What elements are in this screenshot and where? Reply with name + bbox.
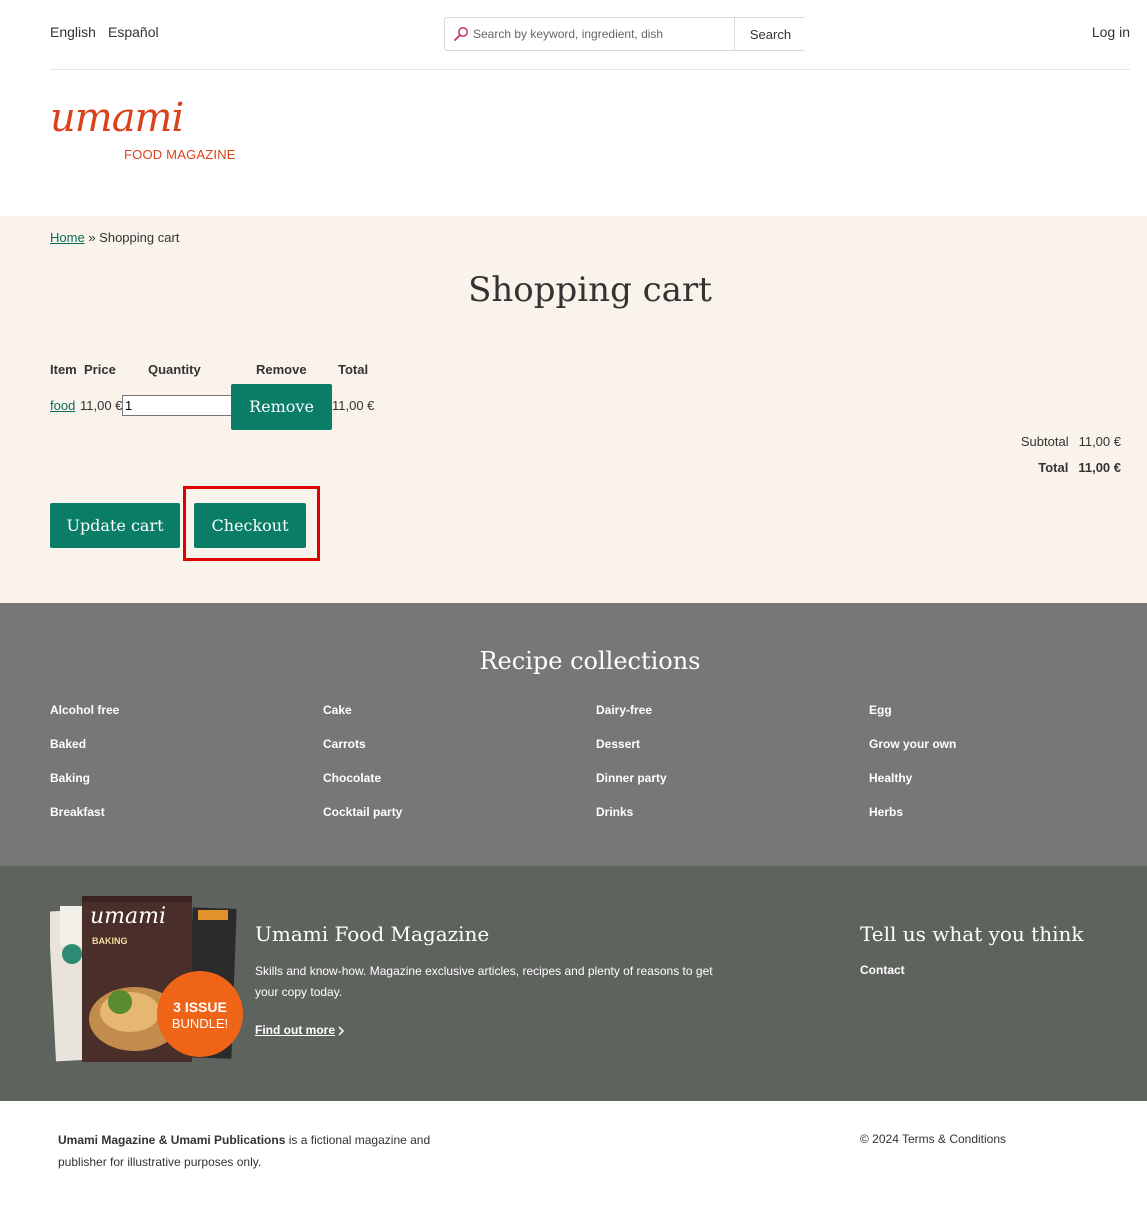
breadcrumb: Home » Shopping cart — [50, 230, 179, 245]
total-label: Total — [1038, 460, 1069, 475]
bundle-badge-line1: 3 ISSUE — [173, 999, 227, 1015]
collection-link-grow-your-own[interactable]: Grow your own — [869, 737, 956, 751]
language-english-link[interactable]: English — [50, 24, 96, 40]
column-header-price: Price — [84, 362, 116, 377]
column-header-total: Total — [338, 362, 369, 377]
column-header-remove: Remove — [256, 362, 307, 377]
cart-item-name-link[interactable]: food — [50, 398, 75, 413]
collection-link-dinner-party[interactable]: Dinner party — [596, 771, 667, 785]
terms-link[interactable]: © 2024 Terms & Conditions — [860, 1132, 1006, 1146]
collection-link-egg[interactable]: Egg — [869, 703, 892, 717]
subtotal-label: Subtotal — [1020, 434, 1069, 449]
footer: Umami Magazine & Umami Publications is a… — [0, 1101, 1147, 1215]
site-logo[interactable]: umami FOOD MAGAZINE — [50, 98, 240, 168]
collections-title: Recipe collections — [479, 647, 701, 675]
logo-subtitle: FOOD MAGAZINE — [124, 147, 236, 162]
login-link[interactable]: Log in — [1092, 24, 1130, 40]
search-icon — [454, 27, 468, 41]
search-input[interactable] — [473, 18, 733, 50]
total-value: 11,00 € — [1078, 460, 1121, 475]
subtotal-row: Subtotal 11,00 € — [1021, 434, 1121, 449]
cart-item-total: 11,00 € — [332, 398, 375, 413]
breadcrumb-home-link[interactable]: Home — [50, 230, 85, 245]
search-button[interactable]: Search — [734, 18, 806, 50]
collection-link-alcohol-free[interactable]: Alcohol free — [50, 703, 119, 717]
footer-brand: Umami Magazine & Umami Publications — [58, 1133, 286, 1147]
search-form: Search — [444, 17, 806, 51]
find-out-more-link[interactable]: Find out more — [255, 1023, 335, 1037]
collection-link-baked[interactable]: Baked — [50, 737, 86, 751]
collection-link-cake[interactable]: Cake — [323, 703, 352, 717]
subtotal-value: 11,00 € — [1078, 434, 1121, 449]
magazine-cover-subtitle: BAKING — [92, 936, 128, 946]
page-title: Shopping cart — [468, 270, 712, 310]
cart-item-price: 11,00 € — [80, 398, 123, 413]
recipe-collections-section: Recipe collections Alcohol free Baked Ba… — [0, 603, 1147, 866]
bundle-badge-line2: BUNDLE! — [172, 1016, 228, 1031]
promo-title: Umami Food Magazine — [255, 922, 490, 946]
feedback-title: Tell us what you think — [860, 922, 1084, 946]
cart-section: Home » Shopping cart Shopping cart Item … — [0, 216, 1147, 603]
magazine-bundle-image[interactable]: umami BAKING 3 ISSUE BUNDLE! — [50, 894, 245, 1069]
quantity-input[interactable] — [122, 395, 232, 416]
top-bar: English Español Search Log in — [0, 0, 1147, 70]
collection-link-cocktail-party[interactable]: Cocktail party — [323, 805, 402, 819]
total-row: Total 11,00 € — [1038, 460, 1121, 475]
collection-link-dairy-free[interactable]: Dairy-free — [596, 703, 652, 717]
collection-link-herbs[interactable]: Herbs — [869, 805, 903, 819]
breadcrumb-current: Shopping cart — [99, 230, 180, 245]
logo-script-text: umami — [50, 95, 184, 141]
magazine-cover-title: umami — [90, 904, 166, 929]
remove-button[interactable]: Remove — [231, 384, 332, 430]
breadcrumb-separator: » — [88, 230, 96, 245]
collection-link-dessert[interactable]: Dessert — [596, 737, 640, 751]
language-spanish-link[interactable]: Español — [108, 24, 159, 40]
promo-description: Skills and know-how. Magazine exclusive … — [255, 964, 713, 999]
magazine-promo-section: umami BAKING 3 ISSUE BUNDLE! Umami Food … — [0, 866, 1147, 1101]
contact-link[interactable]: Contact — [860, 963, 905, 977]
collection-link-baking[interactable]: Baking — [50, 771, 90, 785]
header-divider — [50, 69, 1130, 70]
collection-link-chocolate[interactable]: Chocolate — [323, 771, 381, 785]
collection-link-healthy[interactable]: Healthy — [869, 771, 912, 785]
checkout-button[interactable]: Checkout — [194, 503, 306, 548]
collection-link-carrots[interactable]: Carrots — [323, 737, 366, 751]
update-cart-button[interactable]: Update cart — [50, 503, 180, 548]
chevron-right-icon — [338, 1026, 345, 1036]
column-header-quantity: Quantity — [148, 362, 201, 377]
column-header-item: Item — [50, 362, 77, 377]
collection-link-drinks[interactable]: Drinks — [596, 805, 633, 819]
footer-disclaimer: Umami Magazine & Umami Publications is a… — [58, 1129, 478, 1173]
collection-link-breakfast[interactable]: Breakfast — [50, 805, 105, 819]
